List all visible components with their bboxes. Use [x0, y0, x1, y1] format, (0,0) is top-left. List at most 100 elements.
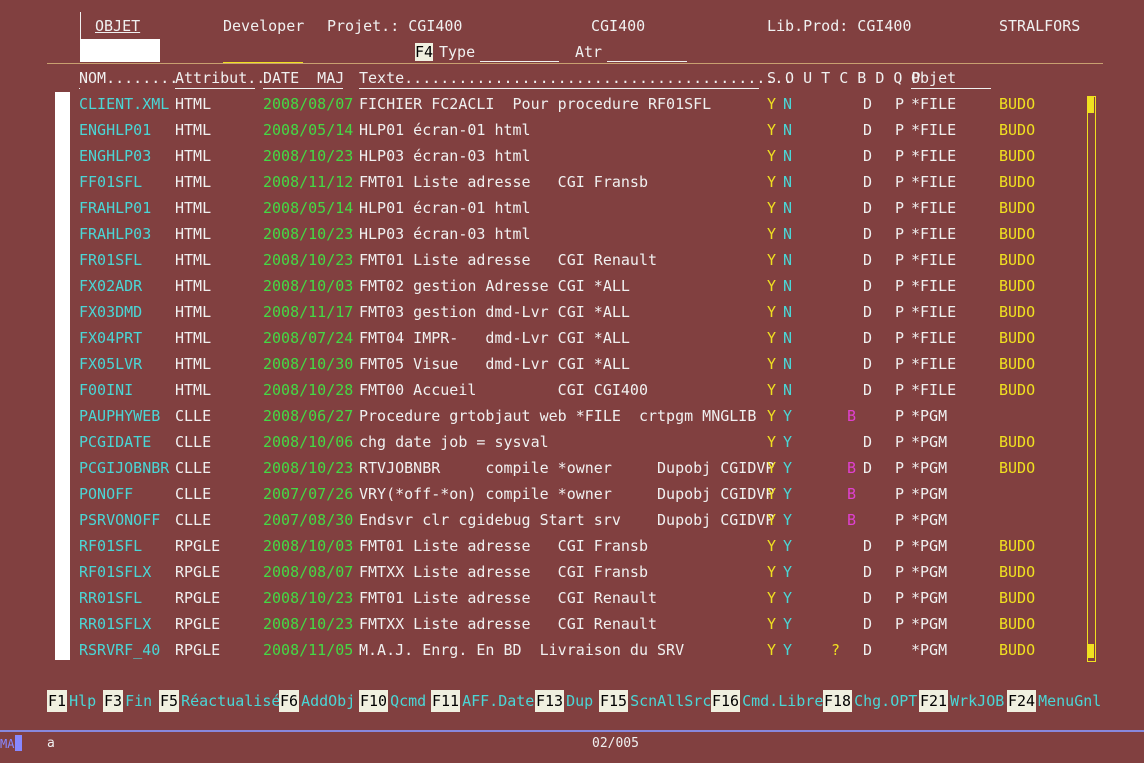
flag-p: P: [895, 381, 905, 399]
fkey-f21[interactable]: F21 WrkJOB: [919, 690, 1004, 712]
fkey-label[interactable]: Réactualisé: [181, 692, 280, 710]
flag-s: Y: [767, 355, 777, 373]
object-name[interactable]: FX02ADR: [79, 277, 142, 295]
flag-b: B: [847, 407, 857, 425]
object-date: 2008/11/12: [263, 173, 354, 191]
object-name[interactable]: RR01SFLX: [79, 615, 151, 633]
fkey-label[interactable]: MenuGnl: [1038, 692, 1101, 710]
fkey-code[interactable]: F3: [103, 690, 124, 712]
flag-d: D: [863, 615, 873, 633]
fkey-f18[interactable]: F18 Chg.OPT: [823, 690, 917, 712]
object-type: *FILE: [911, 251, 957, 269]
object-text: FMT01 Liste adresse CGI Renault: [359, 251, 658, 269]
fkey-label[interactable]: Hlp: [69, 692, 96, 710]
f4-key[interactable]: F4: [415, 43, 434, 61]
fkey-code[interactable]: F24: [1007, 690, 1037, 712]
fkey-f10[interactable]: F10 Qcmd: [359, 690, 426, 712]
fkey-f1[interactable]: F1 Hlp: [47, 690, 96, 712]
object-name[interactable]: PCGIDATE: [79, 433, 151, 451]
fkey-f24[interactable]: F24 MenuGnl: [1007, 690, 1101, 712]
object-date: 2008/10/23: [263, 225, 354, 243]
object-name[interactable]: PAUPHYWEB: [79, 407, 160, 425]
fkey-label[interactable]: ScnAllSrc: [630, 692, 711, 710]
object-name[interactable]: FRAHLP01: [79, 199, 151, 217]
fkey-label[interactable]: AFF.Date: [462, 692, 534, 710]
developer-label: Developer: [223, 17, 305, 35]
fkey-label[interactable]: AddObj: [301, 692, 355, 710]
cursor-block: [15, 735, 22, 751]
fkey-code[interactable]: F1: [47, 690, 68, 712]
flag-s: Y: [767, 407, 777, 425]
fkey-code[interactable]: F18: [823, 690, 853, 712]
fkey-label[interactable]: Chg.OPT: [854, 692, 917, 710]
object-name[interactable]: PONOFF: [79, 485, 133, 503]
object-name[interactable]: F00INI: [79, 381, 133, 399]
col-attribut-underline: [175, 88, 255, 89]
flag-s: Y: [767, 511, 777, 529]
object-text: HLP03 écran-03 html: [359, 225, 531, 243]
flag-p: P: [895, 147, 905, 165]
fkey-code[interactable]: F11: [431, 690, 461, 712]
object-name[interactable]: FRAHLP03: [79, 225, 151, 243]
fkey-f5[interactable]: F5 Réactualisé: [159, 690, 280, 712]
flag-s: Y: [767, 615, 777, 633]
scrollbar[interactable]: [1087, 96, 1096, 662]
fkey-code[interactable]: F6: [279, 690, 300, 712]
fkey-code[interactable]: F13: [535, 690, 565, 712]
fkey-f16[interactable]: F16 Cmd.Libre: [711, 690, 823, 712]
fkey-f11[interactable]: F11 AFF.Date: [431, 690, 534, 712]
col-texte-underline: [359, 88, 759, 89]
fkey-label[interactable]: WrkJOB: [950, 692, 1004, 710]
object-name[interactable]: FX05LVR: [79, 355, 142, 373]
object-name[interactable]: FF01SFL: [79, 173, 142, 191]
object-name[interactable]: PSRVONOFF: [79, 511, 160, 529]
fkey-f13[interactable]: F13 Dup: [535, 690, 593, 712]
object-name[interactable]: ENGHLP03: [79, 147, 151, 165]
object-type: *FILE: [911, 121, 957, 139]
object-name[interactable]: PCGIJOBNBR: [79, 459, 169, 477]
objet-label: OBJET: [95, 17, 141, 35]
fkey-code[interactable]: F16: [711, 690, 741, 712]
fkey-label[interactable]: Qcmd: [390, 692, 426, 710]
flag-s: Y: [767, 485, 777, 503]
selection-column[interactable]: [55, 92, 70, 660]
object-type: *FILE: [911, 329, 957, 347]
flag-s: Y: [767, 563, 777, 581]
fkey-label[interactable]: Cmd.Libre: [742, 692, 823, 710]
fkey-code[interactable]: F5: [159, 690, 180, 712]
atr-input[interactable]: [607, 61, 687, 62]
object-library: BUDO: [999, 147, 1036, 165]
flag-p: P: [895, 251, 905, 269]
flag-o: N: [783, 355, 793, 373]
object-name[interactable]: FX04PRT: [79, 329, 142, 347]
fkey-code[interactable]: F15: [599, 690, 629, 712]
fkey-f15[interactable]: F15 ScnAllSrc: [599, 690, 711, 712]
object-name[interactable]: RF01SFL: [79, 537, 142, 555]
fkey-f3[interactable]: F3 Fin: [103, 690, 152, 712]
fkey-code[interactable]: F10: [359, 690, 389, 712]
flag-o: Y: [783, 641, 793, 659]
scroll-up-arrow[interactable]: [1088, 97, 1094, 113]
object-type: *FILE: [911, 225, 957, 243]
object-name[interactable]: FX03DMD: [79, 303, 142, 321]
fkey-f6[interactable]: F6 AddObj: [279, 690, 355, 712]
flag-d: D: [863, 537, 873, 555]
scroll-down-arrow[interactable]: [1088, 644, 1094, 658]
object-type: *PGM: [911, 433, 948, 451]
object-name[interactable]: RF01SFLX: [79, 563, 151, 581]
object-name[interactable]: RSRVRF_40: [79, 641, 160, 659]
type-label: Type: [439, 43, 476, 61]
object-name[interactable]: FR01SFL: [79, 251, 142, 269]
type-input[interactable]: [480, 61, 559, 62]
object-text: FMT00 Accueil CGI CGI400: [359, 381, 648, 399]
objet-input[interactable]: [80, 39, 160, 62]
object-attribute: HTML: [175, 225, 212, 243]
object-name[interactable]: CLIENT.XML: [79, 95, 169, 113]
fkey-label[interactable]: Dup: [566, 692, 593, 710]
object-library: BUDO: [999, 251, 1036, 269]
object-name[interactable]: RR01SFL: [79, 589, 142, 607]
fkey-code[interactable]: F21: [919, 690, 949, 712]
object-name[interactable]: ENGHLP01: [79, 121, 151, 139]
flag-b: B: [847, 511, 857, 529]
fkey-label[interactable]: Fin: [125, 692, 152, 710]
